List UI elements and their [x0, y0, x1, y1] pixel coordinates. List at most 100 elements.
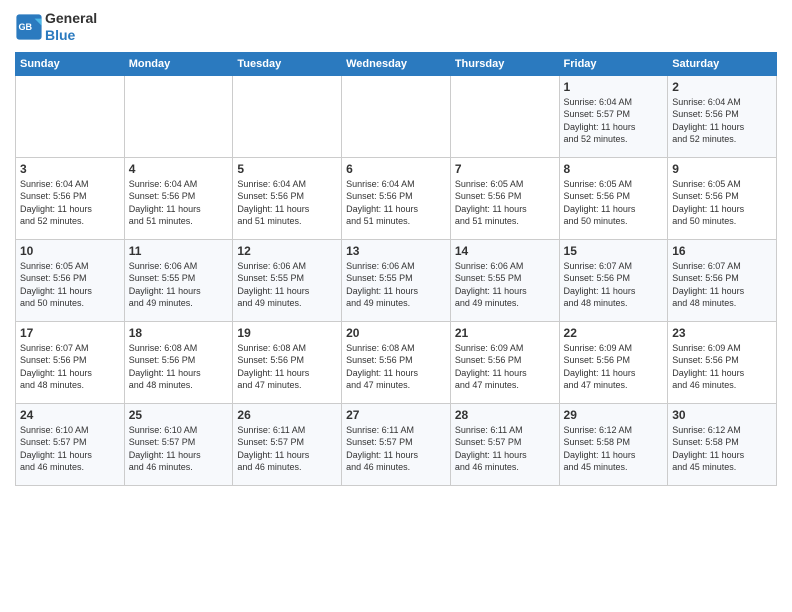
day-info: Sunrise: 6:08 AM Sunset: 5:56 PM Dayligh…	[129, 342, 229, 392]
day-cell: 27 Sunrise: 6:11 AM Sunset: 5:57 PM Dayli…	[342, 403, 451, 485]
day-number: 15	[564, 244, 664, 258]
day-number: 14	[455, 244, 555, 258]
day-info: Sunrise: 6:12 AM Sunset: 5:58 PM Dayligh…	[672, 424, 772, 474]
day-info: Sunrise: 6:06 AM Sunset: 5:55 PM Dayligh…	[129, 260, 229, 310]
day-number: 4	[129, 162, 229, 176]
header: GB General Blue	[15, 10, 777, 44]
day-info: Sunrise: 6:11 AM Sunset: 5:57 PM Dayligh…	[237, 424, 337, 474]
day-cell: 20Sunrise: 6:08 AM Sunset: 5:56 PM Dayli…	[342, 321, 451, 403]
day-number: 7	[455, 162, 555, 176]
day-cell: 15 Sunrise: 6:07 AM Sunset: 5:56 PM Dayli…	[559, 239, 668, 321]
day-info: Sunrise: 6:05 AM Sunset: 5:56 PM Dayligh…	[20, 260, 120, 310]
day-info: Sunrise: 6:09 AM Sunset: 5:56 PM Dayligh…	[672, 342, 772, 392]
day-info: Sunrise: 6:05 AM Sunset: 5:56 PM Dayligh…	[455, 178, 555, 228]
day-info: Sunrise: 6:05 AM Sunset: 5:56 PM Dayligh…	[564, 178, 664, 228]
header-day-sunday: Sunday	[16, 52, 125, 75]
day-number: 23	[672, 326, 772, 340]
day-info: Sunrise: 6:07 AM Sunset: 5:56 PM Dayligh…	[20, 342, 120, 392]
day-number: 27	[346, 408, 446, 422]
day-info: Sunrise: 6:04 AM Sunset: 5:56 PM Dayligh…	[346, 178, 446, 228]
day-number: 1	[564, 80, 664, 94]
day-cell: 23 Sunrise: 6:09 AM Sunset: 5:56 PM Dayli…	[668, 321, 777, 403]
day-number: 5	[237, 162, 337, 176]
day-cell: 10 Sunrise: 6:05 AM Sunset: 5:56 PM Dayli…	[16, 239, 125, 321]
day-info: Sunrise: 6:04 AM Sunset: 5:56 PM Dayligh…	[672, 96, 772, 146]
day-cell: 6Sunrise: 6:04 AM Sunset: 5:56 PM Daylig…	[342, 157, 451, 239]
day-info: Sunrise: 6:04 AM Sunset: 5:56 PM Dayligh…	[129, 178, 229, 228]
day-number: 28	[455, 408, 555, 422]
week-row-4: 17 Sunrise: 6:07 AM Sunset: 5:56 PM Dayli…	[16, 321, 777, 403]
day-cell: 12 Sunrise: 6:06 AM Sunset: 5:55 PM Dayli…	[233, 239, 342, 321]
day-cell: 1 Sunrise: 6:04 AM Sunset: 5:57 PM Daylig…	[559, 75, 668, 157]
day-info: Sunrise: 6:10 AM Sunset: 5:57 PM Dayligh…	[20, 424, 120, 474]
day-number: 8	[564, 162, 664, 176]
day-cell: 5 Sunrise: 6:04 AM Sunset: 5:56 PM Daylig…	[233, 157, 342, 239]
header-day-thursday: Thursday	[450, 52, 559, 75]
logo: GB General Blue	[15, 10, 97, 44]
day-number: 9	[672, 162, 772, 176]
header-row: SundayMondayTuesdayWednesdayThursdayFrid…	[16, 52, 777, 75]
day-info: Sunrise: 6:08 AM Sunset: 5:56 PM Dayligh…	[346, 342, 446, 392]
day-cell	[450, 75, 559, 157]
calendar-table: SundayMondayTuesdayWednesdayThursdayFrid…	[15, 52, 777, 486]
day-info: Sunrise: 6:06 AM Sunset: 5:55 PM Dayligh…	[455, 260, 555, 310]
day-cell: 30Sunrise: 6:12 AM Sunset: 5:58 PM Dayli…	[668, 403, 777, 485]
day-number: 11	[129, 244, 229, 258]
page-container: GB General Blue SundayMondayTuesdayWedne…	[0, 0, 792, 496]
day-number: 10	[20, 244, 120, 258]
day-info: Sunrise: 6:04 AM Sunset: 5:56 PM Dayligh…	[237, 178, 337, 228]
day-cell: 14 Sunrise: 6:06 AM Sunset: 5:55 PM Dayli…	[450, 239, 559, 321]
day-number: 22	[564, 326, 664, 340]
day-info: Sunrise: 6:04 AM Sunset: 5:57 PM Dayligh…	[564, 96, 664, 146]
day-info: Sunrise: 6:11 AM Sunset: 5:57 PM Dayligh…	[455, 424, 555, 474]
day-cell: 24 Sunrise: 6:10 AM Sunset: 5:57 PM Dayli…	[16, 403, 125, 485]
day-info: Sunrise: 6:05 AM Sunset: 5:56 PM Dayligh…	[672, 178, 772, 228]
day-info: Sunrise: 6:12 AM Sunset: 5:58 PM Dayligh…	[564, 424, 664, 474]
day-info: Sunrise: 6:06 AM Sunset: 5:55 PM Dayligh…	[346, 260, 446, 310]
day-info: Sunrise: 6:09 AM Sunset: 5:56 PM Dayligh…	[455, 342, 555, 392]
day-cell: 21 Sunrise: 6:09 AM Sunset: 5:56 PM Dayli…	[450, 321, 559, 403]
header-day-wednesday: Wednesday	[342, 52, 451, 75]
day-number: 2	[672, 80, 772, 94]
day-number: 26	[237, 408, 337, 422]
svg-text:GB: GB	[19, 22, 33, 32]
logo-text: General Blue	[45, 10, 97, 44]
day-cell: 13 Sunrise: 6:06 AM Sunset: 5:55 PM Dayli…	[342, 239, 451, 321]
day-number: 24	[20, 408, 120, 422]
day-info: Sunrise: 6:07 AM Sunset: 5:56 PM Dayligh…	[564, 260, 664, 310]
day-cell	[342, 75, 451, 157]
day-number: 17	[20, 326, 120, 340]
day-number: 12	[237, 244, 337, 258]
day-cell	[16, 75, 125, 157]
day-cell: 25 Sunrise: 6:10 AM Sunset: 5:57 PM Dayli…	[124, 403, 233, 485]
day-cell: 19Sunrise: 6:08 AM Sunset: 5:56 PM Dayli…	[233, 321, 342, 403]
header-day-friday: Friday	[559, 52, 668, 75]
day-cell: 17 Sunrise: 6:07 AM Sunset: 5:56 PM Dayli…	[16, 321, 125, 403]
day-number: 29	[564, 408, 664, 422]
day-cell: 7 Sunrise: 6:05 AM Sunset: 5:56 PM Daylig…	[450, 157, 559, 239]
day-info: Sunrise: 6:07 AM Sunset: 5:56 PM Dayligh…	[672, 260, 772, 310]
day-number: 13	[346, 244, 446, 258]
day-number: 21	[455, 326, 555, 340]
day-info: Sunrise: 6:11 AM Sunset: 5:57 PM Dayligh…	[346, 424, 446, 474]
header-day-tuesday: Tuesday	[233, 52, 342, 75]
day-cell	[233, 75, 342, 157]
day-cell: 8 Sunrise: 6:05 AM Sunset: 5:56 PM Daylig…	[559, 157, 668, 239]
week-row-2: 3Sunrise: 6:04 AM Sunset: 5:56 PM Daylig…	[16, 157, 777, 239]
day-cell: 4 Sunrise: 6:04 AM Sunset: 5:56 PM Daylig…	[124, 157, 233, 239]
day-cell: 2 Sunrise: 6:04 AM Sunset: 5:56 PM Daylig…	[668, 75, 777, 157]
day-cell: 9 Sunrise: 6:05 AM Sunset: 5:56 PM Daylig…	[668, 157, 777, 239]
day-info: Sunrise: 6:09 AM Sunset: 5:56 PM Dayligh…	[564, 342, 664, 392]
day-info: Sunrise: 6:08 AM Sunset: 5:56 PM Dayligh…	[237, 342, 337, 392]
day-number: 25	[129, 408, 229, 422]
day-cell: 11 Sunrise: 6:06 AM Sunset: 5:55 PM Dayli…	[124, 239, 233, 321]
logo-icon: GB	[15, 13, 43, 41]
day-cell: 16Sunrise: 6:07 AM Sunset: 5:56 PM Dayli…	[668, 239, 777, 321]
day-cell: 26 Sunrise: 6:11 AM Sunset: 5:57 PM Dayli…	[233, 403, 342, 485]
day-info: Sunrise: 6:04 AM Sunset: 5:56 PM Dayligh…	[20, 178, 120, 228]
day-cell: 3Sunrise: 6:04 AM Sunset: 5:56 PM Daylig…	[16, 157, 125, 239]
day-info: Sunrise: 6:10 AM Sunset: 5:57 PM Dayligh…	[129, 424, 229, 474]
day-info: Sunrise: 6:06 AM Sunset: 5:55 PM Dayligh…	[237, 260, 337, 310]
day-cell: 22 Sunrise: 6:09 AM Sunset: 5:56 PM Dayli…	[559, 321, 668, 403]
week-row-5: 24 Sunrise: 6:10 AM Sunset: 5:57 PM Dayli…	[16, 403, 777, 485]
